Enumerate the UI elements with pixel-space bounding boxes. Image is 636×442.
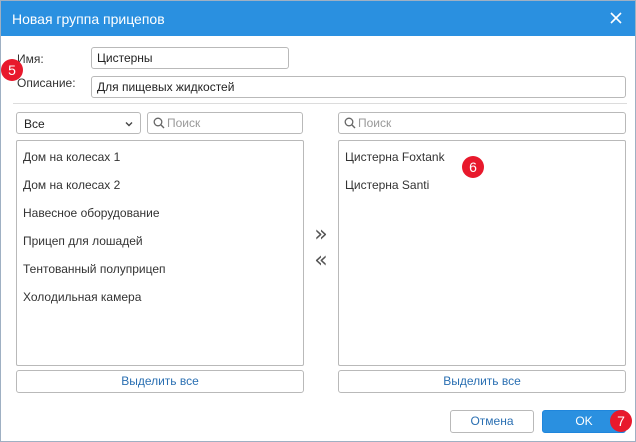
add-selected-button[interactable]: » — [311, 224, 331, 246]
filter-select[interactable]: Все — [16, 112, 141, 134]
left-search-box[interactable] — [147, 112, 303, 134]
chevron-down-icon — [124, 118, 134, 132]
list-item[interactable]: Навесное оборудование — [23, 206, 160, 220]
new-trailer-group-dialog: Новая группа прицепов Имя: Описание: Все — [0, 0, 636, 442]
name-field[interactable] — [91, 47, 289, 69]
cancel-button[interactable]: Отмена — [450, 410, 534, 433]
list-item[interactable]: Тентованный полуприцеп — [23, 262, 166, 276]
available-trailers-list[interactable]: Дом на колесах 1 Дом на колесах 2 Навесн… — [16, 140, 304, 366]
list-item[interactable]: Цистерна Foxtank — [345, 150, 445, 164]
search-icon — [153, 117, 165, 132]
list-item[interactable]: Прицеп для лошадей — [23, 234, 143, 248]
description-field[interactable] — [91, 76, 626, 98]
remove-selected-button[interactable]: « — [311, 250, 331, 272]
dialog-title: Новая группа прицепов — [12, 11, 165, 27]
callout-badge: 7 — [610, 410, 632, 432]
callout-badge: 5 — [1, 59, 23, 81]
left-select-all-button[interactable]: Выделить все — [16, 370, 304, 393]
close-icon[interactable] — [608, 10, 624, 26]
callout-badge: 6 — [462, 156, 484, 178]
list-item[interactable]: Дом на колесах 1 — [23, 150, 120, 164]
left-search-input[interactable] — [167, 114, 297, 132]
right-search-input[interactable] — [358, 114, 620, 132]
filter-select-value: Все — [24, 117, 45, 131]
right-search-box[interactable] — [338, 112, 626, 134]
list-item[interactable]: Дом на колесах 2 — [23, 178, 120, 192]
dialog-titlebar: Новая группа прицепов — [1, 1, 635, 36]
search-icon — [344, 117, 356, 132]
list-item[interactable]: Цистерна Santi — [345, 178, 429, 192]
group-trailers-list[interactable]: Цистерна Foxtank Цистерна Santi — [338, 140, 626, 366]
divider — [13, 103, 627, 104]
right-select-all-button[interactable]: Выделить все — [338, 370, 626, 393]
list-item[interactable]: Холодильная камера — [23, 290, 141, 304]
description-label: Описание: — [17, 76, 76, 90]
